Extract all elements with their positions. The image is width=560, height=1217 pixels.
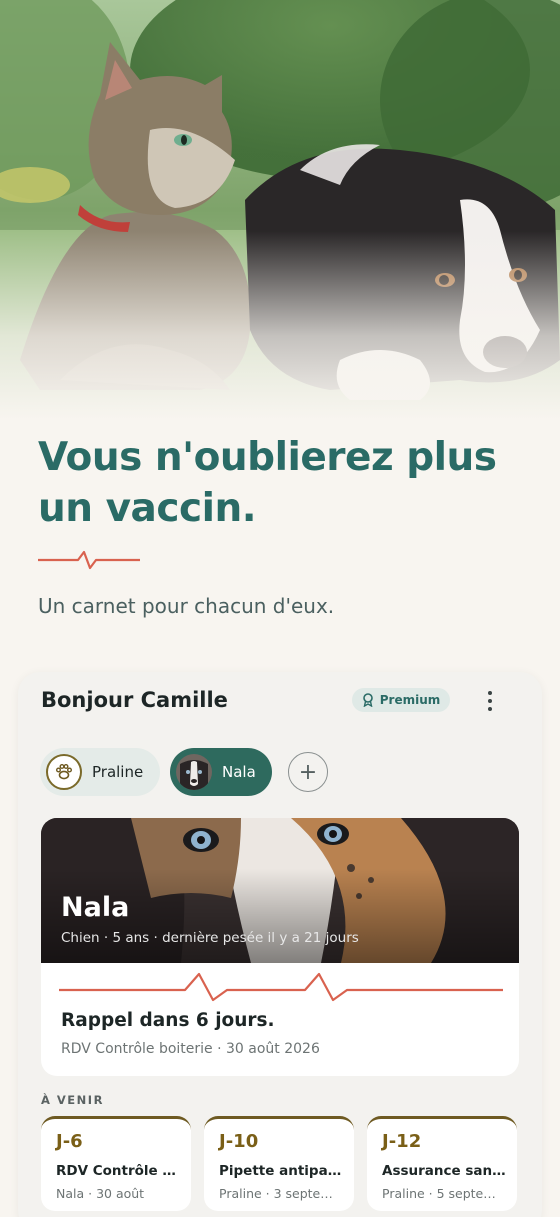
- event-subtitle: Nala · 30 août: [56, 1186, 145, 1201]
- upcoming-event-card[interactable]: J-10 Pipette antipara… Praline · 3 septe…: [204, 1116, 354, 1211]
- heartbeat-line-icon: [59, 972, 503, 1002]
- headline: Vous n'oublierez plus un vaccin.: [38, 435, 497, 531]
- more-options-icon[interactable]: [482, 688, 498, 714]
- selected-pet-card[interactable]: Nala Chien · 5 ans · dernière pesée il y…: [41, 818, 519, 1076]
- pet-chip-nala[interactable]: Nala: [170, 748, 272, 796]
- reminder-title: Rappel dans 6 jours.: [61, 1010, 275, 1031]
- premium-badge[interactable]: Premium: [352, 688, 450, 712]
- event-subtitle: Praline · 3 septem…: [219, 1186, 343, 1201]
- pet-meta: Chien · 5 ans · dernière pesée il y a 21…: [61, 930, 359, 946]
- hero-subtitle: Un carnet pour chacun d'eux.: [38, 594, 335, 618]
- event-countdown: J-6: [56, 1131, 83, 1152]
- paw-icon: [46, 754, 82, 790]
- upcoming-event-card[interactable]: J-12 Assurance santé… Praline · 5 septem…: [367, 1116, 517, 1211]
- premium-label: Premium: [379, 693, 441, 707]
- pet-chip-label: Praline: [92, 763, 144, 781]
- add-pet-button[interactable]: +: [288, 752, 328, 792]
- event-countdown: J-10: [219, 1131, 259, 1152]
- greeting: Bonjour Camille: [41, 688, 228, 712]
- pet-chip-label: Nala: [222, 763, 256, 781]
- hero-fade-overlay: [0, 0, 560, 420]
- reminder-detail: RDV Contrôle boiterie · 30 août 2026: [61, 1041, 320, 1057]
- pet-name: Nala: [61, 892, 130, 923]
- upcoming-heading: À VENIR: [41, 1093, 104, 1107]
- app-preview-card: Bonjour Camille Premium Praline Nala + N…: [18, 672, 542, 1217]
- event-title: RDV Contrôle b…: [56, 1163, 180, 1179]
- hero-image: [0, 0, 560, 420]
- event-title: Assurance santé…: [382, 1163, 506, 1179]
- upcoming-event-card[interactable]: J-6 RDV Contrôle b… Nala · 30 août: [41, 1116, 191, 1211]
- event-countdown: J-12: [382, 1131, 422, 1152]
- event-title: Pipette antipara…: [219, 1163, 343, 1179]
- event-subtitle: Praline · 5 septem…: [382, 1186, 506, 1201]
- pulse-line-icon: [38, 550, 140, 570]
- pet-chip-praline[interactable]: Praline: [40, 748, 160, 796]
- award-icon: [362, 693, 373, 707]
- nala-avatar: [176, 754, 212, 790]
